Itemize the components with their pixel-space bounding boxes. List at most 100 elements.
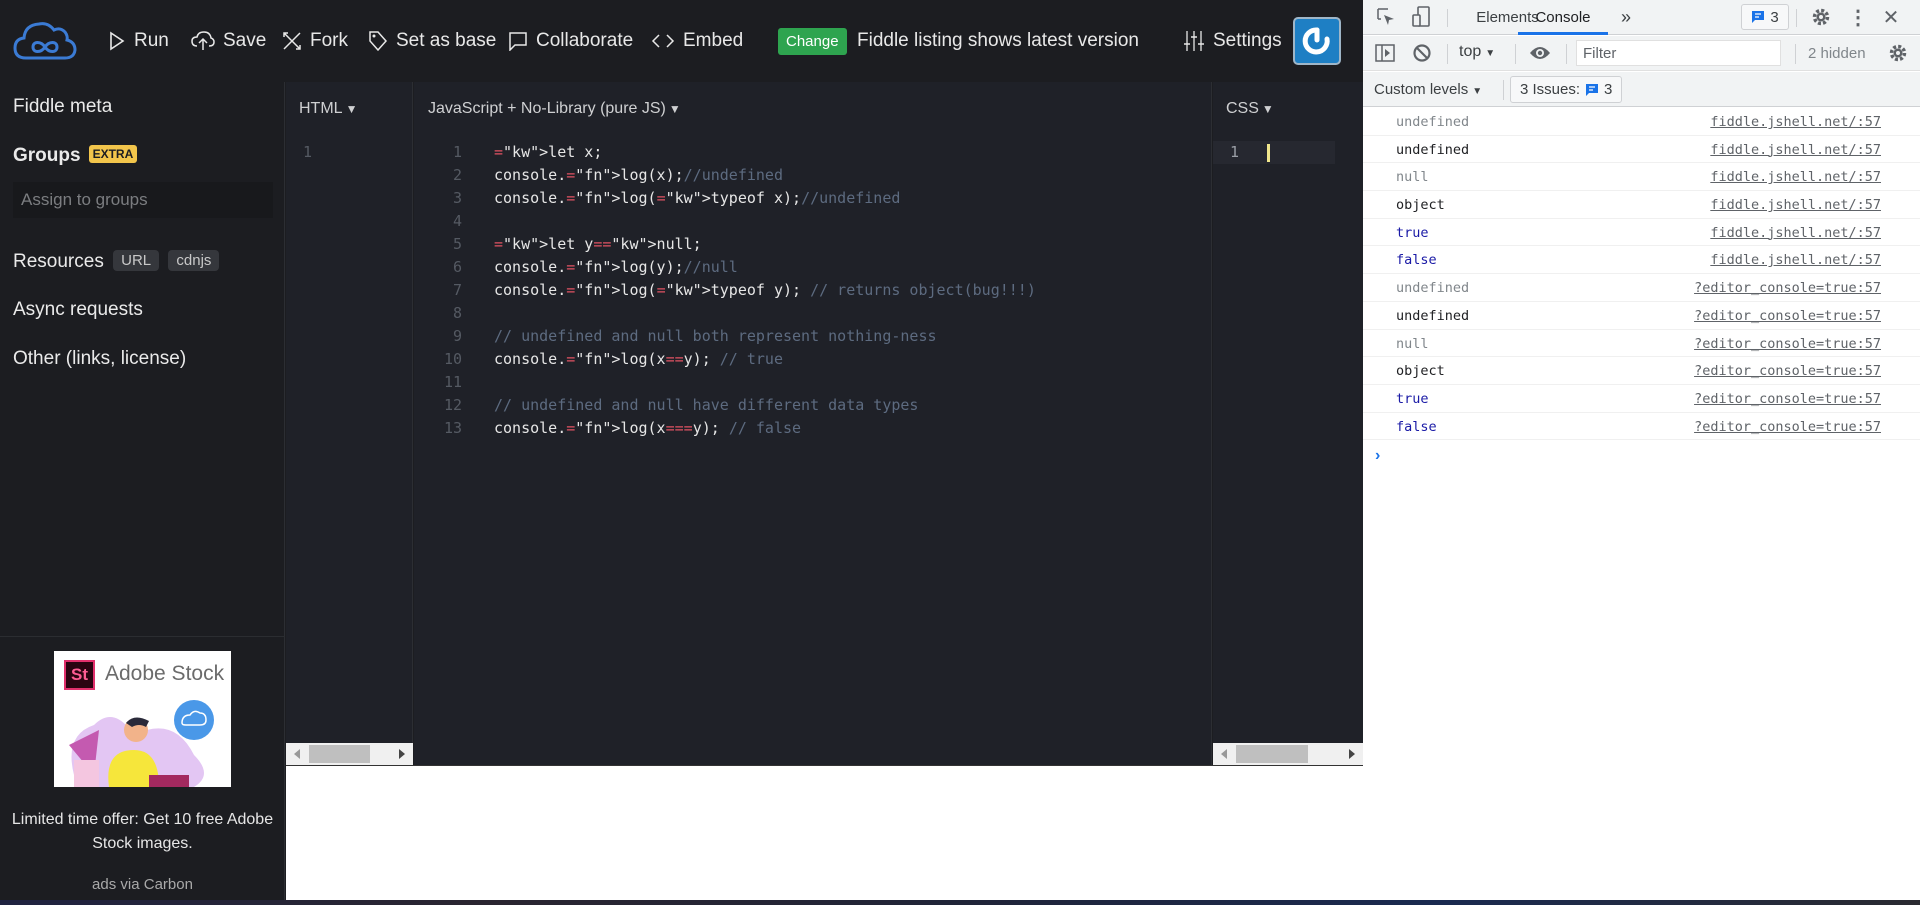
- console-value: true: [1396, 390, 1429, 407]
- sidebar-item-groups[interactable]: Groups EXTRA: [13, 145, 138, 167]
- set-as-base-button[interactable]: Set as base: [368, 26, 496, 56]
- settings-gear-icon[interactable]: [1810, 6, 1832, 28]
- scroll-thumb[interactable]: [309, 745, 370, 763]
- fork-icon: [283, 32, 301, 50]
- code-line[interactable]: 1 ="kw">let x;: [436, 141, 1036, 164]
- js-code[interactable]: 1 ="kw">let x; 2 console.="fn">log(x);//und…: [436, 141, 1036, 440]
- more-options-icon[interactable]: ⋮: [1847, 6, 1869, 29]
- console-prompt-icon[interactable]: ›: [1375, 447, 1380, 465]
- html-panel-title[interactable]: HTML ▼: [299, 100, 357, 118]
- code-text: // undefined and null both represent not…: [494, 327, 937, 345]
- resources-url-pill[interactable]: URL: [113, 250, 160, 271]
- ad-text[interactable]: Limited time offer: Get 10 free Adobe St…: [10, 808, 275, 856]
- assign-groups-input[interactable]: [13, 182, 273, 218]
- line-number: 7: [452, 281, 462, 299]
- code-line[interactable]: 11: [436, 371, 1036, 394]
- console-settings-gear-icon[interactable]: [1887, 42, 1909, 64]
- console-source-link[interactable]: ?editor_console=true:57: [1694, 363, 1881, 379]
- console-source-link[interactable]: ?editor_console=true:57: [1694, 280, 1881, 296]
- ad-image[interactable]: St Adobe Stock: [54, 651, 231, 787]
- messages-badge[interactable]: 3: [1741, 4, 1789, 30]
- line-number: 9: [452, 327, 462, 345]
- save-button[interactable]: Save: [191, 26, 266, 56]
- ad-illustration-icon: [69, 700, 214, 787]
- tab-console[interactable]: Console: [1518, 0, 1608, 35]
- console-source-link[interactable]: fiddle.jshell.net/:57: [1710, 142, 1881, 158]
- run-button[interactable]: Run: [108, 26, 169, 56]
- console-source-link[interactable]: ?editor_console=true:57: [1694, 391, 1881, 407]
- settings-label: Settings: [1213, 30, 1282, 51]
- code-line[interactable]: 10 console.="fn">log(x==y); // true: [436, 348, 1036, 371]
- code-text: console.="fn">log(="kw">typeof x);//unde…: [494, 189, 901, 207]
- html-code[interactable]: 1: [286, 141, 344, 164]
- scroll-right-icon[interactable]: [399, 749, 405, 759]
- jsfiddle-logo-icon[interactable]: [12, 18, 78, 64]
- inspect-element-icon[interactable]: [1375, 6, 1397, 28]
- collaborate-button[interactable]: Collaborate: [508, 26, 633, 56]
- line-number: 10: [443, 350, 462, 368]
- caret-down-icon: ▼: [1261, 102, 1274, 116]
- console-source-link[interactable]: fiddle.jshell.net/:57: [1710, 225, 1881, 241]
- change-button[interactable]: Change: [778, 28, 847, 55]
- sidebar-item-fiddle-meta[interactable]: Fiddle meta: [13, 96, 112, 118]
- log-levels-select[interactable]: Custom levels ▼: [1374, 81, 1482, 98]
- js-panel-title[interactable]: JavaScript + No-Library (pure JS) ▼: [428, 100, 681, 118]
- code-line[interactable]: 5 ="kw">let y=="kw">null;: [436, 233, 1036, 256]
- console-source-link[interactable]: fiddle.jshell.net/:57: [1710, 197, 1881, 213]
- console-source-link[interactable]: fiddle.jshell.net/:57: [1710, 169, 1881, 185]
- scroll-thumb[interactable]: [1236, 745, 1308, 763]
- more-tabs-icon[interactable]: »: [1616, 0, 1636, 35]
- console-source-link[interactable]: ?editor_console=true:57: [1694, 308, 1881, 324]
- issues-button[interactable]: 3 Issues: 3: [1510, 76, 1623, 103]
- console-source-link[interactable]: ?editor_console=true:57: [1694, 336, 1881, 352]
- result-pane[interactable]: [286, 765, 1363, 900]
- set-as-base-label: Set as base: [396, 30, 497, 51]
- taskbar-strip: [0, 900, 1920, 905]
- console-source-link[interactable]: ?editor_console=true:57: [1694, 419, 1881, 435]
- collaborate-label: Collaborate: [536, 30, 634, 51]
- line-number: 4: [452, 212, 462, 230]
- levels-label: Custom levels: [1374, 81, 1469, 98]
- power-button[interactable]: [1293, 17, 1341, 65]
- code-line[interactable]: 8: [436, 302, 1036, 325]
- sidebar-toggle-icon[interactable]: [1374, 42, 1396, 64]
- code-line[interactable]: 4: [436, 210, 1036, 233]
- fork-button[interactable]: Fork: [282, 26, 348, 56]
- css-panel-title[interactable]: CSS ▼: [1226, 100, 1274, 118]
- code-line[interactable]: 13 console.="fn">log(x===y); // false: [436, 417, 1036, 440]
- sidebar-item-async-requests[interactable]: Async requests: [13, 299, 143, 321]
- css-horizontal-scrollbar[interactable]: [1213, 743, 1363, 765]
- device-toolbar-icon[interactable]: [1410, 6, 1432, 28]
- scroll-right-icon[interactable]: [1349, 749, 1355, 759]
- console-source-link[interactable]: fiddle.jshell.net/:57: [1710, 114, 1881, 130]
- code-line[interactable]: 7 console.="fn">log(="kw">typeof y); // r…: [436, 279, 1036, 302]
- groups-label: Groups: [13, 145, 81, 166]
- context-select[interactable]: top ▼: [1459, 43, 1495, 61]
- console-filter-input[interactable]: [1576, 40, 1781, 66]
- code-line[interactable]: 3 console.="fn">log(="kw">typeof x);//und…: [436, 187, 1036, 210]
- sidebar-item-resources[interactable]: Resources URL cdnjs: [13, 250, 220, 273]
- ads-via-carbon[interactable]: ads via Carbon: [10, 876, 275, 893]
- code-line[interactable]: 9 // undefined and null both represent no…: [436, 325, 1036, 348]
- sidebar-divider: [0, 636, 285, 637]
- console-value: undefined: [1396, 280, 1470, 297]
- scroll-left-icon[interactable]: [1221, 749, 1227, 759]
- console-source-link[interactable]: fiddle.jshell.net/:57: [1710, 252, 1881, 268]
- html-horizontal-scrollbar[interactable]: [286, 743, 413, 765]
- power-icon: [1302, 27, 1330, 55]
- line-number: 2: [452, 166, 462, 184]
- live-expression-eye-icon[interactable]: [1529, 42, 1551, 64]
- sidebar-item-other[interactable]: Other (links, license): [13, 348, 186, 370]
- embed-button[interactable]: Embed: [651, 26, 743, 56]
- close-icon[interactable]: ✕: [1880, 6, 1902, 29]
- code-line[interactable]: 12 // undefined and null have different d…: [436, 394, 1036, 417]
- code-line[interactable]: 2 console.="fn">log(x);//undefined: [436, 164, 1036, 187]
- settings-button[interactable]: Settings: [1183, 26, 1282, 56]
- clear-console-icon[interactable]: [1411, 42, 1433, 64]
- code-line[interactable]: 6 console.="fn">log(y);//null: [436, 256, 1036, 279]
- console-row: undefined ?editor_console=true:57: [1363, 302, 1920, 330]
- caret-down-icon: ▼: [668, 102, 681, 116]
- resources-cdnjs-pill[interactable]: cdnjs: [168, 250, 220, 271]
- css-code[interactable]: 1: [1213, 141, 1271, 164]
- scroll-left-icon[interactable]: [294, 749, 300, 759]
